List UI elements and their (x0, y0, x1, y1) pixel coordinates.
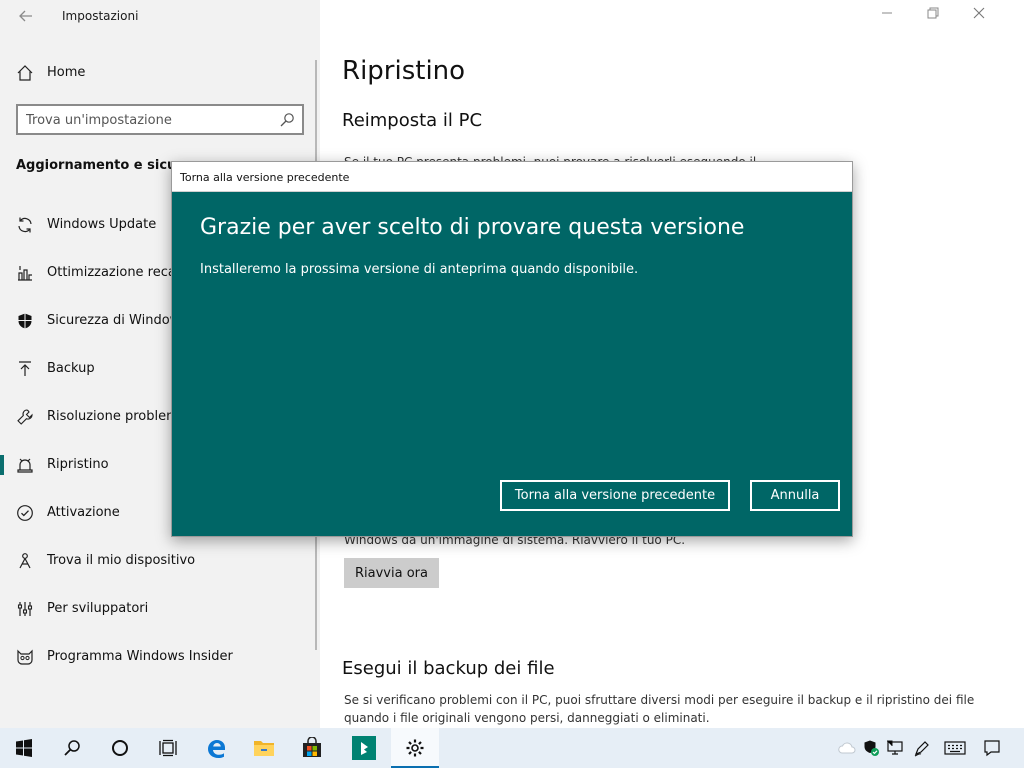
rollback-dialog: Torna alla versione precedente Grazie pe… (171, 161, 853, 537)
reset-heading: Reimposta il PC (342, 110, 483, 131)
find-device-icon (16, 552, 34, 570)
edge-icon[interactable] (192, 728, 240, 768)
sidebar-item-label: Attivazione (47, 505, 120, 520)
delivery-icon (16, 264, 34, 282)
sidebar-item-label: Programma Windows Insider (47, 649, 233, 664)
security-icon[interactable] (861, 738, 881, 758)
sidebar-item-label: Windows Update (47, 217, 157, 232)
app-title: Impostazioni (62, 9, 139, 23)
cortana-icon[interactable] (96, 728, 144, 768)
home-icon (16, 64, 34, 82)
backup-heading: Esegui il backup dei file (342, 658, 555, 679)
restore-icon[interactable] (910, 0, 956, 32)
sidebar-item-label: Risoluzione problemi (47, 409, 183, 424)
sidebar-item-label: Ripristino (47, 457, 109, 472)
keyboard-icon[interactable] (943, 738, 967, 758)
sidebar-item-label: Backup (47, 361, 95, 376)
onedrive-icon[interactable] (837, 738, 857, 758)
sidebar-item-home[interactable]: Home (0, 58, 320, 88)
taskbar (0, 728, 1024, 768)
network-icon[interactable] (885, 738, 905, 758)
dialog-title: Torna alla versione precedente (180, 171, 350, 184)
dialog-title-bar[interactable]: Torna alla versione precedente (172, 162, 852, 192)
search-box[interactable] (16, 104, 304, 135)
sidebar-item-label: Per sviluppatori (47, 601, 149, 616)
sidebar-item-label: Home (47, 65, 86, 80)
search-icon[interactable] (279, 112, 295, 128)
sidebar-item-label: Sicurezza di Windows (47, 313, 188, 328)
notifications-icon[interactable] (982, 738, 1002, 758)
backup-description-line1: Se si verificano problemi con il PC, puo… (344, 693, 975, 707)
backup-arrow-icon (16, 360, 34, 378)
sidebar-item-find-my-device[interactable]: Trova il mio dispositivo (0, 541, 320, 581)
dialog-heading: Grazie per aver scelto di provare questa… (200, 215, 745, 240)
page-title: Ripristino (342, 56, 466, 86)
developer-icon (16, 600, 34, 618)
dialog-message: Installeremo la prossima versione di ant… (200, 262, 639, 277)
insider-cat-icon (16, 648, 34, 666)
settings-icon[interactable] (391, 728, 439, 768)
start-icon[interactable] (0, 728, 48, 768)
check-circle-icon (16, 504, 34, 522)
shield-icon (16, 312, 34, 330)
recovery-icon (16, 456, 34, 474)
selection-indicator (0, 455, 4, 475)
cancel-button[interactable]: Annulla (750, 480, 840, 511)
close-icon[interactable] (956, 0, 1002, 32)
window-controls (864, 0, 1024, 32)
sidebar-item-label: Trova il mio dispositivo (47, 553, 196, 568)
sidebar-item-windows-insider[interactable]: Programma Windows Insider (0, 637, 320, 677)
task-view-icon[interactable] (144, 728, 192, 768)
restart-now-button[interactable]: Riavvia ora (344, 558, 439, 588)
store-icon[interactable] (288, 728, 336, 768)
backup-description-line2: quando i file originali vengono persi, d… (344, 711, 710, 725)
sync-icon (16, 216, 34, 234)
back-arrow-icon[interactable] (16, 6, 36, 26)
teal-app-icon[interactable] (340, 728, 388, 768)
minimize-icon[interactable] (864, 0, 910, 32)
reset-description: Se il tuo PC presenta problemi, puoi pro… (344, 153, 994, 161)
go-back-button[interactable]: Torna alla versione precedente (500, 480, 730, 511)
sidebar-item-developers[interactable]: Per sviluppatori (0, 589, 320, 629)
file-explorer-icon[interactable] (240, 728, 288, 768)
wrench-icon (16, 408, 34, 426)
search-input[interactable] (26, 110, 276, 130)
search-icon[interactable] (48, 728, 96, 768)
pen-icon[interactable] (912, 738, 932, 758)
